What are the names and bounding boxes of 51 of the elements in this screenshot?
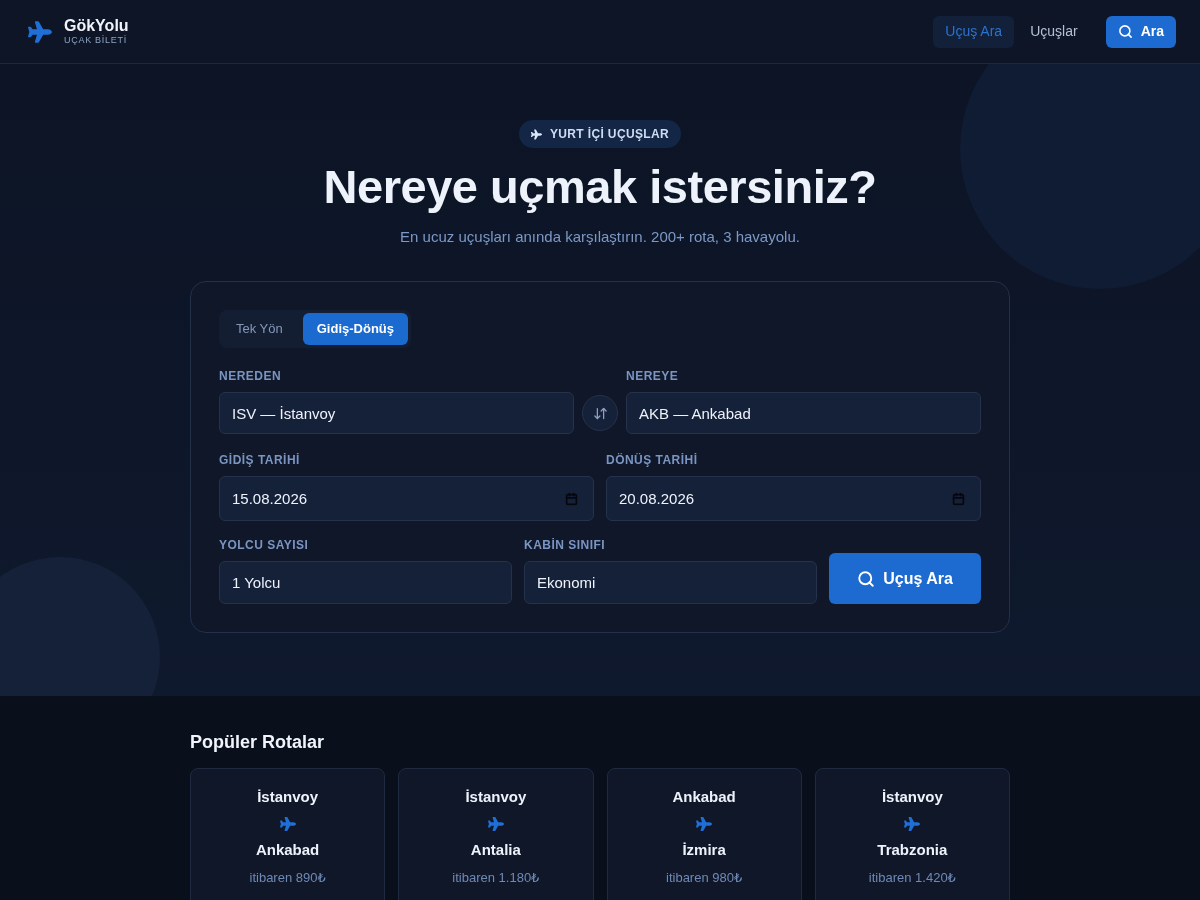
date-field[interactable]: 15.08.2026 (219, 476, 594, 521)
route-card[interactable]: İstanvoy Trabzonia itibaren 1.420₺ (814, 768, 1010, 900)
plane-icon (904, 816, 921, 832)
route-price: itibaren 890₺ (249, 869, 326, 887)
search-icon (1117, 24, 1133, 39)
search-button[interactable]: Ara (1105, 15, 1176, 48)
origin-city: İstanvoy (257, 787, 319, 807)
origin-city: Ankabad (672, 787, 736, 807)
plane-icon (279, 816, 296, 832)
field-label: KABİN SINIFI (524, 537, 607, 553)
calendar-icon[interactable] (952, 492, 965, 505)
input-field[interactable]: ISV — İstanvoy (219, 392, 574, 434)
logo-name: GökYolu (64, 17, 129, 35)
submit-search-button[interactable]: Uçuş Ara (829, 553, 981, 604)
plane-icon (696, 816, 713, 832)
field-label: YOLCU SAYISI (219, 537, 310, 553)
destination-city: Ankabad (255, 840, 320, 860)
plane-icon (487, 816, 504, 832)
hero-subtitle: En ucuz uçuşları anında karşılaştırın. 200+ rota, 3 havayolu. (400, 227, 800, 247)
field-label: GİDİŞ TARİHİ (219, 452, 301, 468)
route-card[interactable]: Ankabad İzmira itibaren 980₺ (606, 768, 802, 900)
plane-logo-icon (28, 19, 52, 44)
section-title: Popüler Rotalar (190, 731, 326, 754)
swap-icon (592, 405, 608, 421)
search-icon (857, 569, 876, 588)
plane-icon (530, 128, 542, 140)
route-price: itibaren 980₺ (666, 869, 743, 887)
input-field[interactable]: Ekonomi (524, 561, 817, 604)
destination-city: İzmira (682, 840, 726, 860)
route-card[interactable]: İstanvoy Ankabad itibaren 890₺ (190, 768, 386, 900)
route-card[interactable]: İstanvoy Antalia itibaren 1.180₺ (398, 768, 594, 900)
destination-city: Antalia (470, 840, 521, 860)
nav-link[interactable]: Uçuşlar (1018, 15, 1090, 48)
origin-city: İstanvoy (465, 787, 527, 807)
hero-title: Nereye uçmak istersiniz? (323, 159, 877, 215)
swap-button[interactable] (582, 395, 618, 431)
field-label: NEREYE (626, 368, 680, 384)
field-label: NEREDEN (219, 368, 283, 384)
field-label: DÖNÜŞ TARİHİ (606, 452, 699, 468)
destination-city: Trabzonia (877, 840, 948, 860)
date-field[interactable]: 20.08.2026 (606, 476, 981, 521)
route-price: itibaren 1.420₺ (868, 869, 956, 887)
route-price: itibaren 1.180₺ (452, 869, 540, 887)
calendar-icon[interactable] (565, 492, 578, 505)
trip-type-tab[interactable]: Gidiş-Dönüş (302, 313, 409, 345)
input-field[interactable]: 1 Yolcu (219, 561, 512, 604)
input-field[interactable]: AKB — Ankabad (626, 392, 981, 434)
badge-text: YURT İÇİ UÇUŞLAR (549, 126, 670, 143)
trip-type-tab[interactable]: Tek Yön (222, 313, 297, 345)
origin-city: İstanvoy (881, 787, 943, 807)
logo-tagline: UÇAK BİLETİ (64, 35, 128, 46)
